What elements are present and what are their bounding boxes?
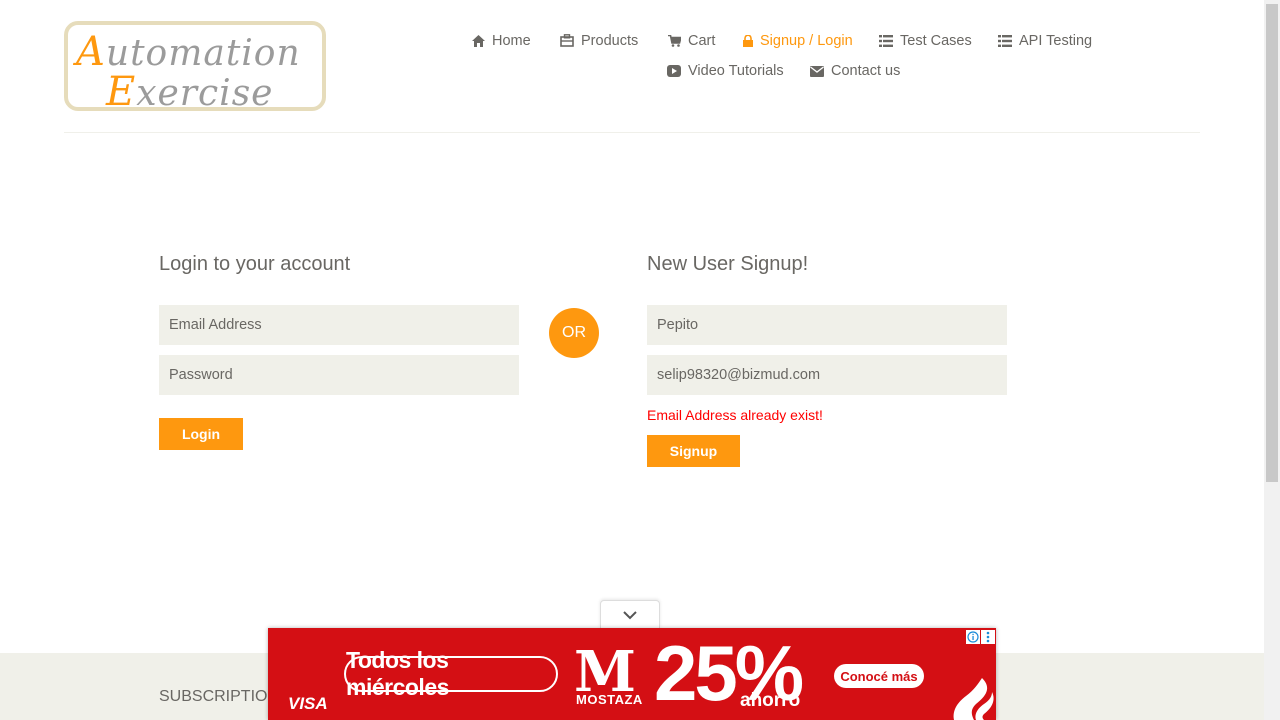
ad-day-pill: Todos los miércoles (344, 647, 558, 700)
nav-item-home[interactable]: Home (472, 33, 531, 49)
cart-icon (668, 35, 681, 47)
header-divider (64, 132, 1200, 133)
login-button[interactable]: Login (159, 418, 243, 450)
login-password-input[interactable] (159, 355, 519, 395)
ad-cta-button[interactable]: Conocé más (834, 664, 924, 688)
nav-item-contact-us[interactable]: Contact us (810, 63, 900, 79)
signup-error-message: Email Address already exist! (647, 407, 823, 423)
or-divider-badge: OR (549, 308, 599, 358)
login-email-input[interactable] (159, 305, 519, 345)
envelope-icon (810, 65, 824, 77)
products-icon (560, 33, 574, 47)
page-scrollbar[interactable] (1264, 0, 1280, 720)
signup-email-input[interactable] (647, 355, 1007, 395)
nav-item-video-tutorials[interactable]: Video Tutorials (667, 63, 784, 79)
lock-icon (743, 35, 753, 47)
site-logo[interactable]: Automation Exercise (64, 21, 326, 115)
ad-discount-word: ahorro (740, 690, 801, 711)
nav-item-test-cases[interactable]: Test Cases (879, 33, 972, 49)
login-title: Login to your account (159, 253, 351, 275)
chevron-down-icon (623, 610, 637, 619)
home-icon (472, 35, 485, 47)
signup-button[interactable]: Signup (647, 435, 740, 467)
logo-line-2: Exercise (106, 69, 274, 115)
signup-name-input[interactable] (647, 305, 1007, 345)
video-icon (667, 65, 681, 77)
signup-title: New User Signup! (647, 253, 809, 275)
nav-item-signup-login[interactable]: Signup / Login (743, 33, 853, 49)
subscription-title: SUBSCRIPTIO (159, 688, 268, 705)
ad-options-icon[interactable] (981, 630, 995, 644)
list-icon (998, 35, 1012, 47)
scrollbar-thumb[interactable] (1266, 4, 1278, 482)
nav-item-products[interactable]: Products (560, 32, 638, 49)
list-icon (879, 35, 893, 47)
ad-brand-name: MOSTAZA (576, 692, 643, 707)
ad-collapse-toggle[interactable] (600, 600, 660, 628)
ad-card-brand: VISA (288, 694, 328, 713)
bottom-ad-banner[interactable]: Todos los miércoles M MOSTAZA 25% ahorro… (268, 628, 996, 720)
ad-info-icon[interactable] (966, 630, 980, 644)
nav-item-cart[interactable]: Cart (668, 33, 715, 49)
nav-item-api-testing[interactable]: API Testing (998, 33, 1092, 49)
bank-flame-icon (953, 678, 994, 720)
